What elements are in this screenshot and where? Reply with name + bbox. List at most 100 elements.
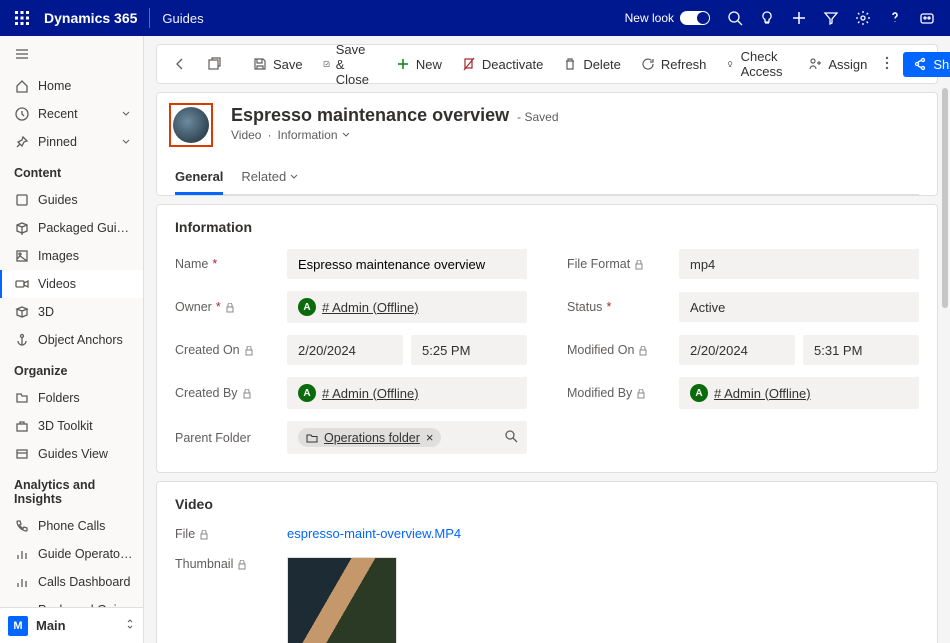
clock-icon — [14, 106, 30, 122]
file-link[interactable]: espresso-maint-overview.MP4 — [287, 526, 461, 541]
help-icon[interactable] — [880, 4, 910, 32]
hamburger-icon[interactable] — [0, 36, 143, 72]
created-by-link[interactable]: # Admin (Offline) — [322, 386, 419, 401]
required-icon: * — [216, 300, 221, 314]
sidebar-item-home[interactable]: Home — [0, 72, 143, 100]
overflow-button[interactable] — [879, 52, 895, 77]
sidebar-group-organize: Organize — [0, 354, 143, 384]
sidebar-item-3d[interactable]: 3D — [0, 298, 143, 326]
search-icon[interactable] — [720, 4, 750, 32]
area-switcher[interactable]: M Main — [0, 607, 143, 643]
sidebar-item-label: Recent — [38, 107, 113, 121]
open-new-window-button[interactable] — [199, 53, 229, 75]
command-bar: Save Save & Close New Deactivate Delete … — [156, 44, 938, 84]
deactivate-button[interactable]: Deactivate — [454, 53, 551, 76]
save-close-button[interactable]: Save & Close — [315, 38, 384, 91]
folder-icon — [14, 390, 30, 406]
package-icon — [14, 220, 30, 236]
field-modified-on: Modified On 2/20/2024 5:31 PM — [567, 335, 919, 365]
saved-indicator: - Saved — [517, 110, 558, 124]
new-look-toggle[interactable]: New look — [625, 11, 710, 25]
sidebar-item-label: Phone Calls — [38, 519, 133, 533]
sidebar-item-label: Pinned — [38, 135, 113, 149]
folder-link[interactable]: Operations folder — [324, 431, 420, 445]
created-by-value[interactable]: A # Admin (Offline) — [287, 377, 527, 409]
sidebar-item-packaged-guides[interactable]: Packaged Guides — [0, 214, 143, 242]
record-title: Espresso maintenance overview — [231, 105, 509, 126]
record-header: Espresso maintenance overview - Saved Vi… — [156, 92, 938, 196]
field-created-on: Created On 2/20/2024 5:25 PM — [175, 335, 527, 365]
delete-button[interactable]: Delete — [555, 53, 629, 76]
save-button[interactable]: Save — [245, 53, 311, 76]
assign-label: Assign — [828, 57, 867, 72]
filter-icon[interactable] — [816, 4, 846, 32]
sidebar-item-calls-dashboard[interactable]: Calls Dashboard — [0, 568, 143, 596]
parent-folder-lookup[interactable]: Operations folder × — [287, 421, 527, 454]
toggle-switch-icon[interactable] — [680, 11, 710, 25]
sidebar-item-folders[interactable]: Folders — [0, 384, 143, 412]
new-label: New — [416, 57, 442, 72]
avatar: A — [298, 384, 316, 402]
new-button[interactable]: New — [388, 53, 450, 76]
form-selector[interactable]: Information — [277, 128, 349, 142]
sidebar-item-images[interactable]: Images — [0, 242, 143, 270]
status-value[interactable]: Active — [679, 292, 919, 322]
field-status: Status * Active — [567, 291, 919, 323]
sidebar-item-label: Home — [38, 79, 133, 93]
lock-icon — [237, 559, 247, 569]
sidebar-item-3d-toolkit[interactable]: 3D Toolkit — [0, 412, 143, 440]
field-modified-by: Modified By A # Admin (Offline) — [567, 377, 919, 409]
sidebar-item-pinned[interactable]: Pinned — [0, 128, 143, 156]
sidebar-group-content: Content — [0, 156, 143, 186]
assistant-icon[interactable] — [912, 4, 942, 32]
sidebar-item-object-anchors[interactable]: Object Anchors — [0, 326, 143, 354]
phone-icon — [14, 518, 30, 534]
modified-by-value[interactable]: A # Admin (Offline) — [679, 377, 919, 409]
tab-general[interactable]: General — [175, 163, 223, 195]
sidebar-item-operator-sessions[interactable]: Guide Operator Sessi... — [0, 540, 143, 568]
sidebar-item-videos[interactable]: Videos — [0, 270, 143, 298]
area-label: Main — [36, 618, 117, 633]
lightbulb-icon[interactable] — [752, 4, 782, 32]
sidebar-item-guides[interactable]: Guides — [0, 186, 143, 214]
gear-icon[interactable] — [848, 4, 878, 32]
refresh-button[interactable]: Refresh — [633, 53, 715, 76]
check-access-button[interactable]: Check Access — [718, 45, 796, 83]
home-icon — [14, 78, 30, 94]
scrollbar[interactable] — [942, 88, 948, 635]
anchor-icon — [14, 332, 30, 348]
new-look-label: New look — [625, 11, 674, 25]
app-launcher-icon[interactable] — [8, 4, 36, 32]
sidebar-item-label: Guides — [38, 193, 133, 207]
modified-by-link[interactable]: # Admin (Offline) — [714, 386, 811, 401]
assign-button[interactable]: Assign — [800, 53, 875, 76]
owner-value[interactable]: A # Admin (Offline) — [287, 291, 527, 323]
lock-icon — [225, 302, 235, 312]
lock-icon — [638, 345, 648, 355]
module-label[interactable]: Guides — [162, 11, 203, 26]
owner-link[interactable]: # Admin (Offline) — [322, 300, 419, 315]
sidebar-item-label: Videos — [38, 277, 133, 291]
folder-chip[interactable]: Operations folder × — [298, 428, 441, 447]
sidebar-item-phone-calls[interactable]: Phone Calls — [0, 512, 143, 540]
section-title: Information — [175, 219, 919, 235]
plus-icon[interactable] — [784, 4, 814, 32]
share-button[interactable]: Share — [903, 52, 950, 77]
search-icon[interactable] — [504, 429, 518, 446]
name-input[interactable] — [287, 249, 527, 279]
sidebar-item-recent[interactable]: Recent — [0, 100, 143, 128]
required-icon: * — [212, 257, 217, 271]
sidebar-item-packaged-guides-op[interactable]: Packaged Guides Op... — [0, 596, 143, 607]
lock-icon — [244, 345, 254, 355]
avatar: A — [690, 384, 708, 402]
modified-on-time: 5:31 PM — [803, 335, 919, 365]
brand-label: Dynamics 365 — [44, 10, 137, 26]
remove-chip-icon[interactable]: × — [426, 430, 434, 445]
nav: Home Recent Pinned Content Guides Packag… — [0, 72, 143, 607]
sidebar-item-guides-view[interactable]: Guides View — [0, 440, 143, 468]
back-button[interactable] — [165, 53, 195, 75]
record-thumbnail[interactable] — [173, 107, 209, 143]
tab-related[interactable]: Related — [241, 163, 298, 195]
thumbnail-preview[interactable] — [287, 557, 397, 643]
refresh-label: Refresh — [661, 57, 707, 72]
